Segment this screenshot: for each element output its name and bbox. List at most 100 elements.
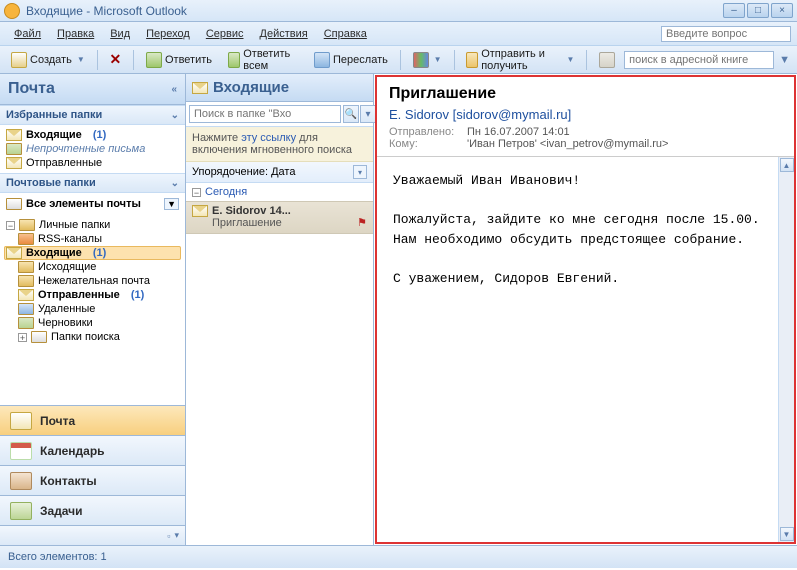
address-book-icon: [599, 52, 615, 68]
module-tasks[interactable]: Задачи: [0, 495, 185, 525]
search-button[interactable]: 🔍: [343, 105, 359, 123]
menu-goto[interactable]: Переход: [138, 26, 198, 42]
rss-icon: [18, 233, 34, 245]
list-empty-area: [186, 234, 373, 545]
list-header: Входящие: [186, 74, 373, 102]
body-line: Пожалуйста, зайдите ко мне сегодня после…: [393, 210, 762, 230]
list-header-title: Входящие: [213, 79, 289, 96]
shortcuts-icon[interactable]: ▫: [167, 531, 170, 541]
sent-value: Пн 16.07.2007 14:01: [467, 126, 570, 138]
reply-button[interactable]: Ответить: [139, 49, 219, 71]
folder-rss[interactable]: RSS-каналы: [4, 232, 181, 246]
message-header: Приглашение E. Sidorov [sidorov@mymail.r…: [377, 77, 794, 157]
collapse-icon[interactable]: −: [192, 188, 201, 197]
reply-all-button[interactable]: Ответить всем: [221, 45, 305, 75]
window-title: Входящие - Microsoft Outlook: [26, 4, 723, 18]
to-label: Кому:: [389, 138, 461, 150]
minimize-button[interactable]: –: [723, 3, 745, 18]
module-mail[interactable]: Почта: [0, 405, 185, 435]
mail-icon: [18, 289, 34, 301]
fav-sent[interactable]: Отправленные: [4, 156, 181, 170]
folder-deleted[interactable]: Удаленные: [4, 302, 181, 316]
body-line: С уважением, Сидоров Евгений.: [393, 269, 762, 289]
menu-tools[interactable]: Сервис: [198, 26, 252, 42]
configure-buttons-icon[interactable]: ▾: [174, 530, 179, 541]
mail-folders-header[interactable]: Почтовые папки⌄: [0, 173, 185, 193]
folder-inbox[interactable]: Входящие (1): [4, 246, 181, 260]
address-book-button[interactable]: [592, 49, 622, 71]
module-contacts[interactable]: Контакты: [0, 465, 185, 495]
module-calendar[interactable]: Календарь: [0, 435, 185, 465]
folder-drafts[interactable]: Черновики: [4, 316, 181, 330]
instant-search-hint: Нажмите эту ссылку для включения мгновен…: [186, 127, 373, 162]
reading-pane: Приглашение E. Sidorov [sidorov@mymail.r…: [375, 75, 796, 544]
reply-icon: [146, 52, 162, 68]
address-book-dropdown[interactable]: ▼: [776, 54, 793, 66]
search-icon: [6, 198, 22, 210]
menu-bar: Файл Правка Вид Переход Сервис Действия …: [0, 22, 797, 46]
forward-button[interactable]: Переслать: [307, 49, 395, 71]
title-bar: Входящие - Microsoft Outlook – □ ×: [0, 0, 797, 22]
folder-icon: [18, 275, 34, 287]
nav-header-title: Почта: [8, 80, 55, 98]
menu-view[interactable]: Вид: [102, 26, 138, 42]
delete-icon: ✕: [109, 51, 121, 68]
menu-help[interactable]: Справка: [316, 26, 375, 42]
folder-icon: [18, 261, 34, 273]
nav-collapse-icon[interactable]: «: [171, 84, 177, 95]
sort-label: Упорядочение: Дата: [192, 166, 295, 178]
message-subject: Приглашение: [389, 85, 782, 103]
all-mail-items[interactable]: Все элементы почты▼: [4, 197, 181, 211]
mail-icon: [10, 412, 32, 430]
favorites-header[interactable]: Избранные папки⌄: [0, 105, 185, 125]
status-text: Всего элементов: 1: [8, 551, 107, 563]
fav-inbox[interactable]: Входящие (1): [4, 128, 181, 142]
categorize-button[interactable]: ▼: [406, 49, 449, 71]
flag-icon[interactable]: ⚑: [357, 216, 367, 229]
reading-scrollbar[interactable]: ▲ ▼: [778, 157, 794, 542]
search-folder-icon: [6, 143, 22, 155]
fav-unread[interactable]: Непрочтенные письма: [4, 142, 181, 156]
search-options-button[interactable]: ▾: [360, 105, 376, 123]
folder-personal[interactable]: −Личные папки: [4, 218, 181, 232]
sent-label: Отправлено:: [389, 126, 461, 138]
menu-edit[interactable]: Правка: [49, 26, 102, 42]
contacts-icon: [10, 472, 32, 490]
folder-icon: [19, 219, 35, 231]
app-icon: [4, 3, 20, 19]
address-book-search[interactable]: [624, 51, 774, 69]
scroll-down-icon[interactable]: ▼: [780, 527, 794, 541]
forward-icon: [314, 52, 330, 68]
categorize-icon: [413, 52, 429, 68]
navigation-pane: Почта « Избранные папки⌄ Входящие (1) Не…: [0, 74, 186, 545]
group-today[interactable]: −Сегодня: [186, 183, 373, 201]
folder-outbox[interactable]: Исходящие: [4, 260, 181, 274]
mail-icon: [6, 129, 22, 141]
collapse-icon[interactable]: −: [6, 221, 15, 230]
sort-dropdown[interactable]: ▾: [353, 165, 367, 179]
close-button[interactable]: ×: [771, 3, 793, 18]
nav-header: Почта «: [0, 74, 185, 105]
enable-search-link[interactable]: эту ссылку: [241, 132, 296, 144]
folder-search-input[interactable]: [189, 105, 341, 123]
sort-bar[interactable]: Упорядочение: Дата ▾: [186, 162, 373, 183]
delete-button[interactable]: ✕: [102, 48, 128, 71]
folder-junk[interactable]: Нежелательная почта: [4, 274, 181, 288]
new-button[interactable]: Создать▼: [4, 49, 92, 71]
send-receive-button[interactable]: Отправить и получить▼: [459, 45, 581, 75]
dropdown-icon[interactable]: ▼: [164, 198, 179, 210]
body-line: Уважаемый Иван Иванович!: [393, 171, 762, 191]
expand-icon[interactable]: +: [18, 333, 27, 342]
tasks-icon: [10, 502, 32, 520]
module-more-strip[interactable]: ▫▾: [0, 525, 185, 545]
menu-actions[interactable]: Действия: [252, 26, 316, 42]
folder-sent[interactable]: Отправленные (1): [4, 288, 181, 302]
scroll-up-icon[interactable]: ▲: [780, 158, 794, 172]
mail-icon: [6, 157, 22, 169]
maximize-button[interactable]: □: [747, 3, 769, 18]
ask-question-input[interactable]: [661, 26, 791, 42]
mail-item-from: E. Sidorov 14...: [212, 205, 291, 217]
folder-search[interactable]: +Папки поиска: [4, 330, 181, 344]
mail-list-item[interactable]: E. Sidorov 14... Приглашение ⚑: [186, 201, 373, 234]
menu-file[interactable]: Файл: [6, 26, 49, 42]
